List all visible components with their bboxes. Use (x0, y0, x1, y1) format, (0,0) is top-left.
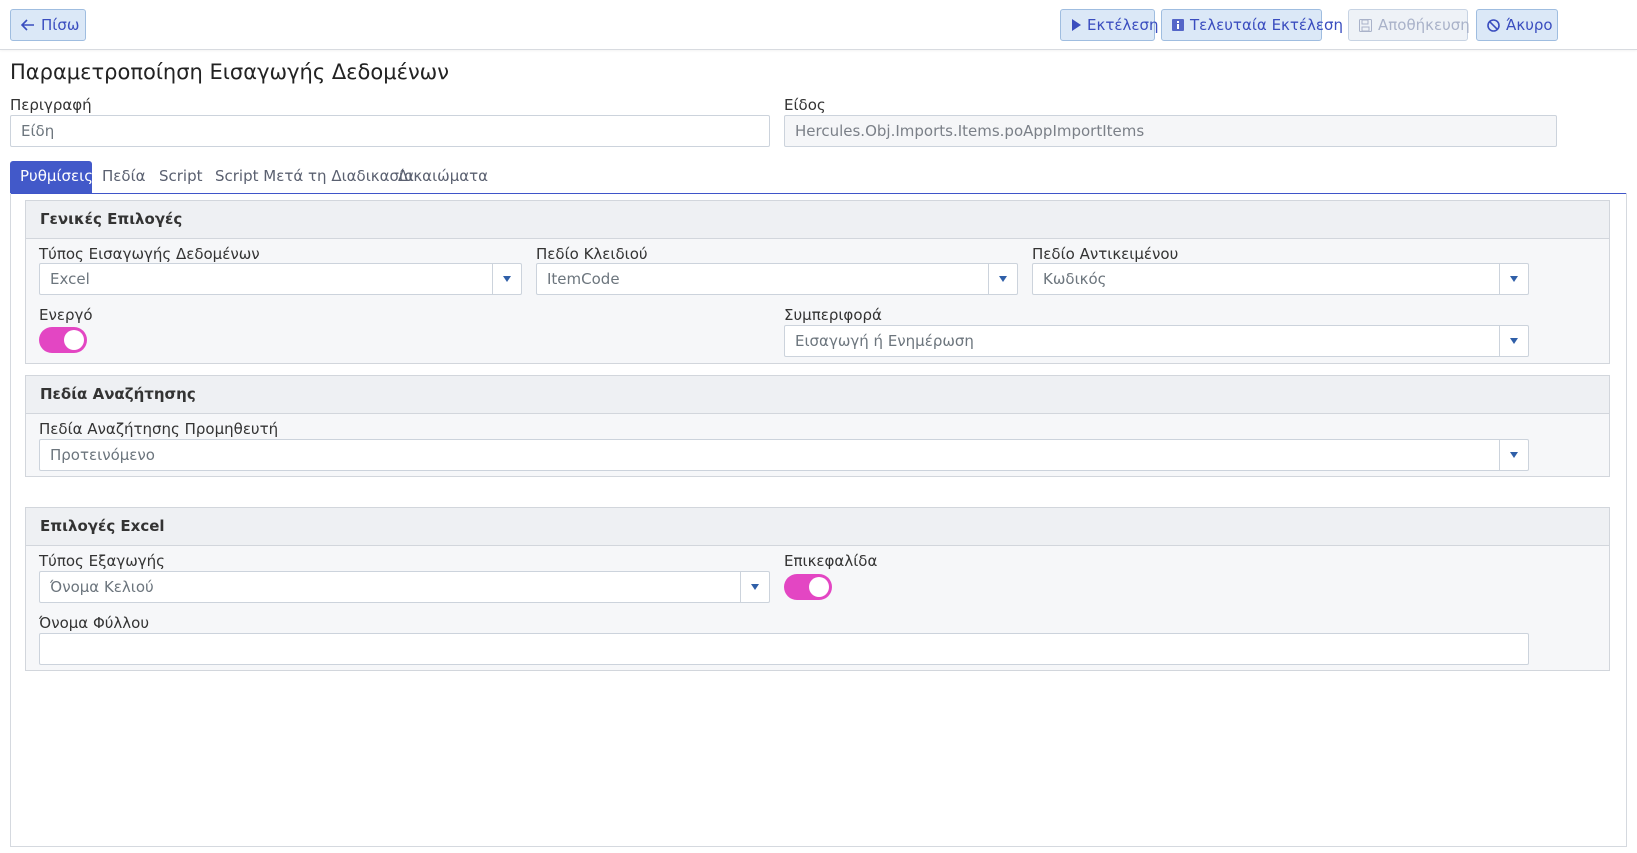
toggle-knob (809, 577, 829, 597)
type-label: Είδος (784, 96, 826, 114)
tab-fields[interactable]: Πεδία (92, 161, 156, 193)
play-icon (1072, 19, 1081, 31)
run-button[interactable]: Εκτέλεση (1060, 9, 1159, 41)
chevron-down-icon[interactable] (988, 264, 1017, 294)
export-type-select[interactable]: Όνομα Κελιού (39, 571, 770, 603)
active-label: Ενεργό (39, 306, 93, 324)
supplier-search-value: Προτεινόμενο (50, 446, 155, 464)
supplier-search-label: Πεδία Αναζήτησης Προμηθευτή (39, 420, 279, 438)
tab-settings[interactable]: Ρυθμίσεις (10, 161, 93, 193)
object-field-value: Κωδικός (1043, 270, 1107, 288)
tab-script[interactable]: Script (149, 161, 213, 193)
description-input[interactable]: Είδη (10, 115, 770, 147)
supplier-search-select[interactable]: Προτεινόμενο (39, 439, 1529, 471)
save-label: Αποθήκευση (1378, 16, 1470, 34)
description-label: Περιγραφή (10, 96, 92, 114)
type-field: Hercules.Obj.Imports.Items.poAppImportIt… (784, 115, 1557, 147)
toggle-knob (64, 330, 84, 350)
object-field-label: Πεδίο Αντικειμένου (1032, 245, 1179, 263)
sheet-name-input[interactable] (39, 633, 1529, 665)
tab-permissions[interactable]: Δικαιώματα (388, 161, 498, 193)
active-toggle[interactable] (39, 327, 87, 353)
back-button[interactable]: Πίσω (10, 9, 86, 41)
export-type-value: Όνομα Κελιού (50, 578, 154, 596)
save-button[interactable]: Αποθήκευση (1348, 9, 1470, 41)
last-run-label: Τελευταία Εκτέλεση (1190, 16, 1344, 34)
cancel-label: Άκυρο (1506, 16, 1553, 34)
behavior-select[interactable]: Εισαγωγή ή Ενημέρωση (784, 325, 1529, 357)
chevron-down-icon[interactable] (1499, 264, 1528, 294)
cancel-button[interactable]: Άκυρο (1476, 9, 1558, 41)
key-field-select[interactable]: ItemCode (536, 263, 1018, 295)
behavior-value: Εισαγωγή ή Ενημέρωση (795, 332, 974, 350)
import-type-label: Τύπος Εισαγωγής Δεδομένων (39, 245, 260, 263)
export-type-label: Τύπος Εξαγωγής (39, 552, 165, 570)
general-options-title: Γενικές Επιλογές (26, 201, 1609, 239)
arrow-left-icon (21, 19, 34, 31)
info-icon (1172, 19, 1184, 31)
search-fields-title: Πεδία Αναζήτησης (26, 376, 1609, 414)
sheet-name-label: Όνομα Φύλλου (39, 614, 150, 632)
last-run-button[interactable]: Τελευταία Εκτέλεση (1161, 9, 1343, 41)
excel-options-title: Επιλογές Excel (26, 508, 1609, 546)
import-type-value: Excel (50, 270, 90, 288)
top-toolbar: Πίσω Εκτέλεση Τελευταία Εκτέλεση Αποθήκε… (0, 0, 1637, 50)
object-field-select[interactable]: Κωδικός (1032, 263, 1529, 295)
back-label: Πίσω (41, 16, 80, 34)
chevron-down-icon[interactable] (740, 572, 769, 602)
floppy-disk-icon (1359, 18, 1372, 32)
chevron-down-icon[interactable] (1499, 326, 1528, 356)
run-label: Εκτέλεση (1087, 16, 1159, 34)
header-label: Επικεφαλίδα (784, 552, 878, 570)
ban-icon (1487, 18, 1500, 32)
chevron-down-icon[interactable] (492, 264, 521, 294)
tab-bar: Ρυθμίσεις Πεδία Script Script Μετά τη Δι… (10, 161, 1627, 194)
key-field-label: Πεδίο Κλειδιού (536, 245, 648, 263)
chevron-down-icon[interactable] (1499, 440, 1528, 470)
page-title: Παραμετροποίηση Εισαγωγής Δεδομένων (10, 60, 449, 84)
header-toggle[interactable] (784, 574, 832, 600)
import-type-select[interactable]: Excel (39, 263, 522, 295)
behavior-label: Συμπεριφορά (784, 306, 882, 324)
key-field-value: ItemCode (547, 270, 620, 288)
